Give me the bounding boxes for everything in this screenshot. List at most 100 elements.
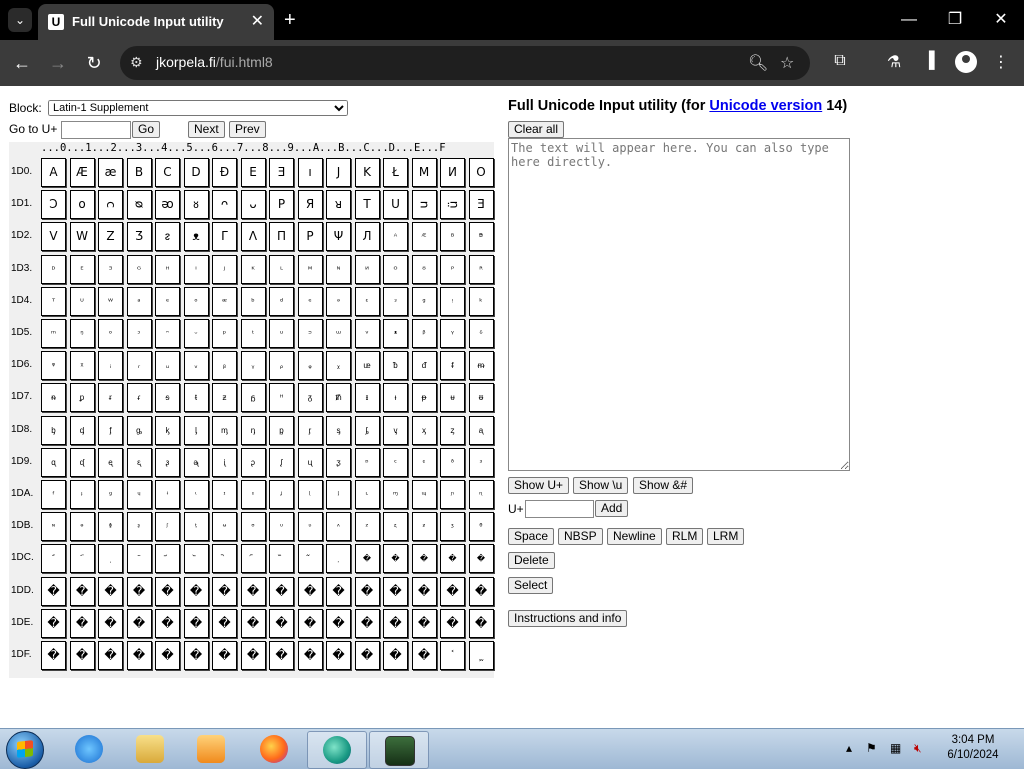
char-cell[interactable]: ᶐ: [41, 447, 66, 477]
char-cell[interactable]: ᷀: [41, 544, 66, 574]
char-cell[interactable]: ᴗ: [240, 190, 266, 220]
char-cell[interactable]: ᶌ: [383, 415, 408, 445]
char-cell[interactable]: ᶙ: [297, 447, 323, 477]
char-cell[interactable]: �: [440, 576, 465, 606]
char-cell[interactable]: И: [440, 158, 465, 187]
char-cell[interactable]: ᶊ: [326, 415, 351, 445]
char-cell[interactable]: �: [440, 608, 465, 638]
char-cell[interactable]: ᶵ: [183, 512, 209, 542]
char-cell[interactable]: ᴖ: [212, 190, 237, 220]
char-cell[interactable]: ᶢ: [98, 480, 123, 509]
char-cell[interactable]: ᷿: [468, 641, 494, 670]
char-cell[interactable]: ᵪ: [326, 351, 351, 381]
char-cell[interactable]: K: [354, 158, 380, 187]
char-cell[interactable]: ᶁ: [69, 415, 95, 445]
char-cell[interactable]: ᵦ: [212, 351, 237, 381]
char-cell[interactable]: ᵐ: [41, 319, 66, 348]
char-cell[interactable]: ᵭ: [411, 351, 437, 381]
char-cell[interactable]: �: [297, 576, 323, 606]
char-cell[interactable]: ᴺ: [326, 254, 351, 284]
char-cell[interactable]: ᵃ: [126, 286, 152, 316]
add-button[interactable]: Add: [595, 500, 629, 517]
char-cell[interactable]: ᵸ: [269, 383, 294, 413]
next-button[interactable]: Next: [188, 121, 225, 138]
char-cell[interactable]: Γ: [212, 222, 237, 252]
char-cell[interactable]: ᵜ: [383, 319, 408, 348]
char-cell[interactable]: �: [411, 608, 437, 638]
output-textarea[interactable]: [508, 138, 850, 471]
char-cell[interactable]: ᵂ: [98, 286, 123, 316]
char-cell[interactable]: ᴻ: [354, 254, 380, 284]
char-cell[interactable]: ᶕ: [183, 447, 209, 477]
char-cell[interactable]: O: [468, 158, 494, 187]
char-cell[interactable]: ᴱ: [69, 254, 95, 284]
char-cell[interactable]: �: [212, 576, 237, 606]
address-bar[interactable]: ⚙ jkorpela.fi/fui.html8 🔍︎ ☆: [120, 46, 810, 80]
unicode-version-link[interactable]: Unicode version: [709, 98, 822, 114]
char-cell[interactable]: �: [126, 641, 152, 670]
char-cell[interactable]: ᵰ: [41, 383, 66, 413]
char-cell[interactable]: ᵹ: [297, 383, 323, 413]
char-cell[interactable]: ᶳ: [126, 512, 152, 542]
char-cell[interactable]: �: [440, 544, 465, 574]
taskbar-clock[interactable]: 3:04 PM 6/10/2024: [940, 733, 1006, 763]
tab-active[interactable]: U Full Unicode Input utility ✕: [38, 4, 274, 40]
char-cell[interactable]: ᴕ: [183, 190, 209, 220]
char-cell[interactable]: ᴷ: [240, 254, 266, 284]
taskbar-ie[interactable]: [60, 731, 118, 767]
show-backslash-u-button[interactable]: Show \u: [573, 477, 629, 494]
char-cell[interactable]: ᷄: [155, 544, 180, 574]
char-cell[interactable]: ᶄ: [155, 415, 180, 445]
char-cell[interactable]: �: [383, 576, 408, 606]
back-arrow-icon[interactable]: ←: [9, 50, 35, 76]
char-cell[interactable]: ᶣ: [126, 480, 152, 509]
char-cell[interactable]: ᴝ: [411, 190, 437, 220]
char-cell[interactable]: ᶮ: [440, 480, 465, 509]
lrm-button[interactable]: LRM: [707, 528, 745, 545]
action-center-flag-icon[interactable]: ⚑: [866, 741, 877, 755]
site-info-icon[interactable]: ⚙: [130, 54, 143, 71]
char-cell[interactable]: ᶡ: [69, 480, 95, 509]
taskbar-browser-active[interactable]: [307, 731, 367, 769]
char-cell[interactable]: ᶨ: [269, 480, 294, 509]
char-cell[interactable]: �: [69, 641, 95, 670]
char-cell[interactable]: ᶺ: [326, 512, 351, 542]
char-cell[interactable]: ᵩ: [297, 351, 323, 381]
char-cell[interactable]: M: [411, 158, 437, 187]
char-cell[interactable]: ᴥ: [183, 222, 209, 252]
char-cell[interactable]: �: [269, 641, 294, 670]
char-cell[interactable]: ᶓ: [126, 447, 152, 477]
char-cell[interactable]: �: [98, 608, 123, 638]
tab-search-chevron-icon[interactable]: ⌄: [8, 8, 32, 32]
char-cell[interactable]: ᶩ: [297, 480, 323, 509]
char-cell[interactable]: P: [269, 190, 294, 220]
char-cell[interactable]: ᶶ: [212, 512, 237, 542]
char-cell[interactable]: ᵥ: [183, 351, 209, 381]
bookmark-star-icon[interactable]: ☆: [780, 53, 794, 73]
char-cell[interactable]: ᶥ: [183, 480, 209, 509]
char-cell[interactable]: æ: [98, 158, 123, 187]
char-cell[interactable]: Я: [297, 190, 323, 220]
char-cell[interactable]: ᶯ: [468, 480, 494, 509]
char-cell[interactable]: �: [212, 641, 237, 670]
char-cell[interactable]: ᵳ: [126, 383, 152, 413]
char-cell[interactable]: ᷅: [183, 544, 209, 574]
char-cell[interactable]: ᴵ: [183, 254, 209, 284]
char-cell[interactable]: ᶬ: [383, 480, 408, 509]
char-cell[interactable]: ᷇: [240, 544, 266, 574]
uplus-input[interactable]: [525, 500, 594, 518]
char-cell[interactable]: ᴚ: [326, 190, 351, 220]
char-cell[interactable]: �: [41, 608, 66, 638]
char-cell[interactable]: ᶉ: [297, 415, 323, 445]
char-cell[interactable]: Ǝ: [468, 190, 494, 220]
char-cell[interactable]: ᵮ: [440, 351, 465, 381]
show-entity-button[interactable]: Show &#: [633, 477, 694, 494]
char-cell[interactable]: �: [326, 608, 351, 638]
char-cell[interactable]: �: [126, 608, 152, 638]
char-cell[interactable]: ᵇ: [240, 286, 266, 316]
char-cell[interactable]: ᶹ: [297, 512, 323, 542]
char-cell[interactable]: ᷈: [269, 544, 294, 574]
char-cell[interactable]: ᴿ: [468, 254, 494, 284]
char-cell[interactable]: ᶇ: [240, 415, 266, 445]
char-cell[interactable]: �: [98, 576, 123, 606]
